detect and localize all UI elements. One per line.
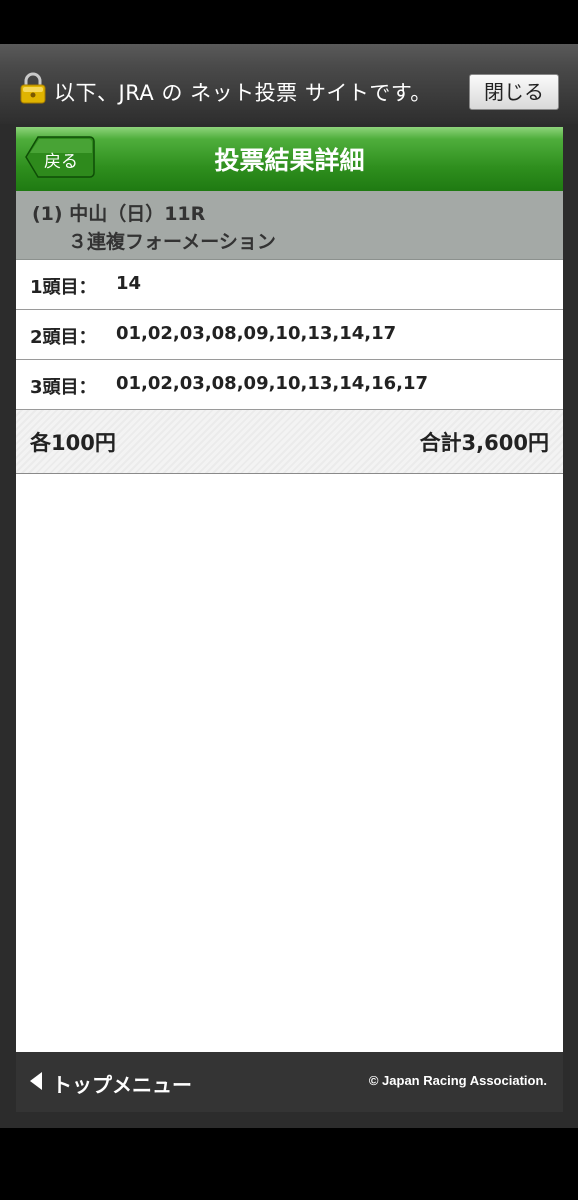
- amount-summary: 各100円 合計3,600円: [16, 410, 563, 474]
- page-header: 戻る 投票結果詳細: [16, 127, 563, 191]
- pick-row-1: 1頭目： 14: [16, 260, 563, 310]
- lock-icon: [20, 72, 46, 104]
- race-info: (1) 中山（日）11R ３連複フォーメーション: [16, 191, 563, 260]
- race-name: (1) 中山（日）11R: [32, 203, 206, 225]
- top-menu-link[interactable]: トップメニュー: [52, 1069, 192, 1098]
- amount-each: 各100円: [30, 431, 116, 455]
- pick-label: 2頭目：: [30, 327, 97, 348]
- pick-row-2: 2頭目： 01,02,03,08,09,10,13,14,17: [16, 310, 563, 360]
- pick-label: 3頭目：: [30, 377, 97, 398]
- pick-horses: 01,02,03,08,09,10,13,14,16,17: [116, 373, 429, 394]
- status-bar: [0, 0, 578, 44]
- result-detail-panel: 戻る 投票結果詳細 (1) 中山（日）11R ３連複フォーメーション 1頭目： …: [16, 127, 563, 1052]
- system-nav-bar: [0, 1128, 578, 1200]
- back-arrow-icon: [30, 1072, 42, 1090]
- site-notice-text: 以下、JRA の ネット投票 サイトです。: [54, 81, 432, 105]
- bet-type: ３連複フォーメーション: [68, 231, 276, 253]
- copyright-text: © Japan Racing Association.: [368, 1073, 547, 1088]
- site-notice-banner: 以下、JRA の ネット投票 サイトです。 閉じる: [0, 44, 578, 124]
- pick-horses: 01,02,03,08,09,10,13,14,17: [116, 323, 397, 344]
- footer-bar: トップメニュー © Japan Racing Association.: [16, 1052, 563, 1112]
- amount-total: 合計3,600円: [419, 431, 549, 455]
- pick-label: 1頭目：: [30, 277, 97, 298]
- close-button[interactable]: 閉じる: [469, 74, 559, 110]
- pick-row-3: 3頭目： 01,02,03,08,09,10,13,14,16,17: [16, 360, 563, 410]
- page-title: 投票結果詳細: [214, 146, 365, 175]
- pick-horses: 14: [116, 273, 142, 294]
